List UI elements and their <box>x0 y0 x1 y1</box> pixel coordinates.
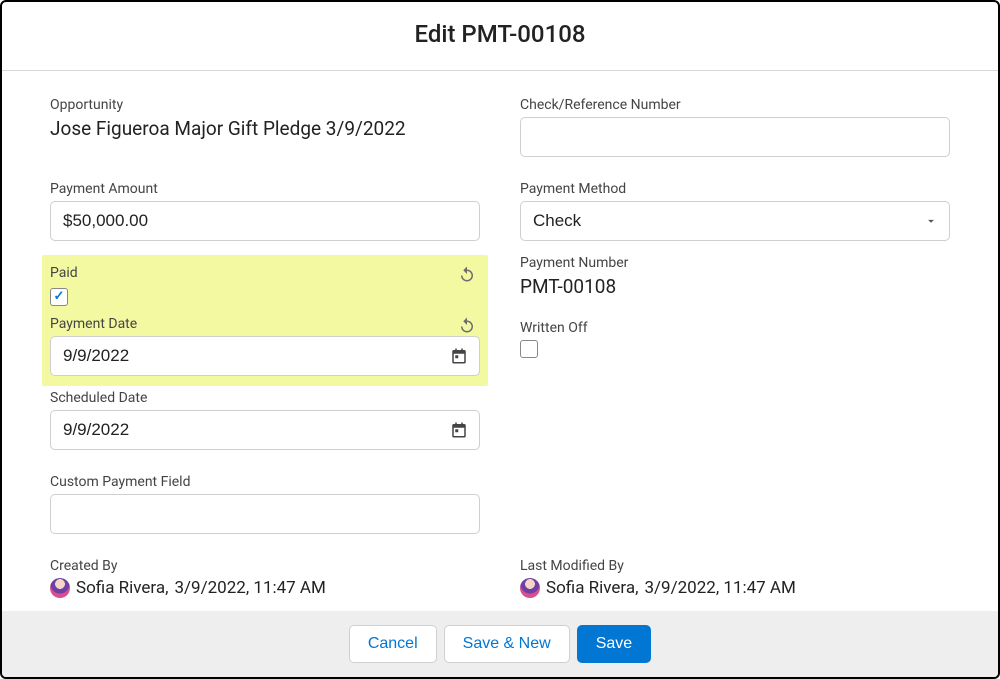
custom-payment-field-label: Custom Payment Field <box>50 474 480 490</box>
avatar-icon <box>50 578 70 598</box>
check-reference-label: Check/Reference Number <box>520 97 950 113</box>
last-modified-by-label: Last Modified By <box>520 558 950 574</box>
payment-date-label: Payment Date <box>50 316 480 332</box>
scheduled-date-label: Scheduled Date <box>50 390 480 406</box>
payment-date-input[interactable] <box>50 336 480 376</box>
edit-payment-modal: Edit PMT-00108 Opportunity Jose Figueroa… <box>0 0 1000 679</box>
written-off-label: Written Off <box>520 320 950 336</box>
payment-number-value: PMT-00108 <box>520 275 950 300</box>
scheduled-date-input[interactable] <box>50 410 480 450</box>
paid-checkbox[interactable] <box>50 288 68 306</box>
payment-method-select[interactable] <box>520 201 950 241</box>
created-by-value: Sofia Rivera, 3/9/2022, 11:47 AM <box>50 578 480 598</box>
opportunity-value: Jose Figueroa Major Gift Pledge 3/9/2022 <box>50 117 480 142</box>
undo-icon[interactable] <box>458 265 476 283</box>
written-off-checkbox[interactable] <box>520 340 538 358</box>
created-by-date: 3/9/2022, 11:47 AM <box>174 578 325 598</box>
modal-header: Edit PMT-00108 <box>2 2 998 71</box>
last-modified-by-user: Sofia Rivera <box>546 578 635 598</box>
payment-method-label: Payment Method <box>520 181 950 197</box>
created-by-user: Sofia Rivera <box>76 578 165 598</box>
custom-payment-field-input[interactable] <box>50 494 480 534</box>
modal-title: Edit PMT-00108 <box>2 20 998 48</box>
payment-amount-label: Payment Amount <box>50 181 480 197</box>
last-modified-by-value: Sofia Rivera, 3/9/2022, 11:47 AM <box>520 578 950 598</box>
created-by-label: Created By <box>50 558 480 574</box>
payment-number-label: Payment Number <box>520 255 950 271</box>
changed-fields-highlight: Paid Payment Date <box>42 255 488 386</box>
modal-body: Opportunity Jose Figueroa Major Gift Ple… <box>2 71 998 611</box>
opportunity-label: Opportunity <box>50 97 480 113</box>
modal-footer: Cancel Save & New Save <box>2 611 998 677</box>
save-button[interactable]: Save <box>577 625 651 663</box>
payment-amount-input[interactable] <box>50 201 480 241</box>
undo-icon[interactable] <box>458 316 476 334</box>
avatar-icon <box>520 578 540 598</box>
check-reference-input[interactable] <box>520 117 950 157</box>
save-and-new-button[interactable]: Save & New <box>444 625 570 663</box>
paid-label: Paid <box>50 265 480 281</box>
cancel-button[interactable]: Cancel <box>349 625 437 663</box>
last-modified-by-date: 3/9/2022, 11:47 AM <box>644 578 795 598</box>
